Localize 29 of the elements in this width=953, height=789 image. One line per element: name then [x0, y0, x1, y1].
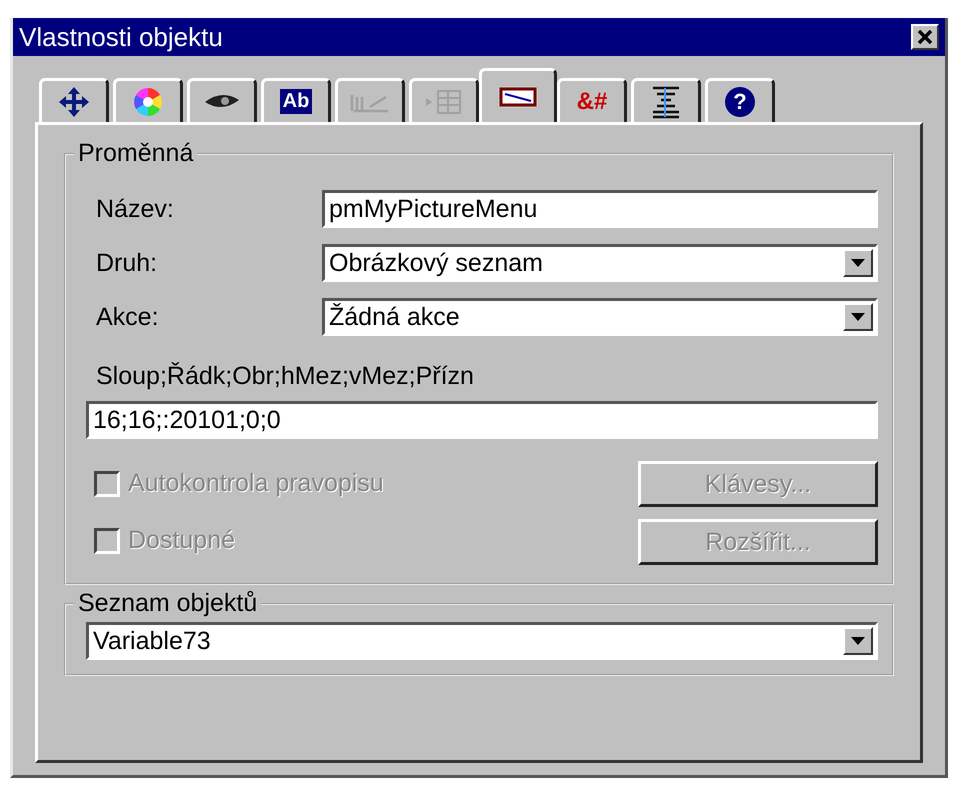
checkbox-label: Autokontrola pravopisu	[128, 469, 384, 498]
checkbox-label: Dostupné	[128, 526, 236, 555]
move-arrows-icon	[57, 84, 91, 118]
input-field[interactable]: 16;16;:20101;0;0	[86, 401, 878, 439]
field-label: Druh:	[96, 248, 158, 278]
help-icon: ?	[725, 86, 755, 116]
table-icon	[424, 88, 464, 116]
dropdown[interactable]: Obrázkový seznam	[322, 244, 878, 282]
dropdown[interactable]: Variable73	[86, 622, 878, 660]
close-icon	[916, 29, 934, 45]
tab[interactable]	[39, 78, 109, 122]
picture-frame-icon	[499, 86, 537, 108]
tab[interactable]	[113, 78, 183, 122]
field-label: Sloup;Řádk;Obr;hMez;vMez;Přízn	[96, 362, 475, 391]
field-label: Akce:	[96, 302, 160, 332]
window-title: Vlastnosti objektu	[19, 22, 223, 52]
tab[interactable]: ?	[705, 78, 775, 122]
tab[interactable]	[631, 78, 701, 122]
dropdown[interactable]: Žádná akce	[322, 298, 878, 336]
tab[interactable]: Ab	[261, 78, 331, 122]
tab[interactable]	[479, 68, 557, 122]
group-title: Proměnná	[77, 139, 194, 168]
input-field[interactable]: pmMyPictureMenu	[322, 190, 878, 228]
tab[interactable]	[187, 78, 257, 122]
group-title: Seznam objektů	[77, 589, 258, 618]
field-label: Název:	[96, 194, 175, 224]
text-style-icon: &#	[574, 86, 610, 116]
close-button[interactable]	[911, 24, 939, 50]
text-style-icon: Ab	[280, 89, 312, 114]
